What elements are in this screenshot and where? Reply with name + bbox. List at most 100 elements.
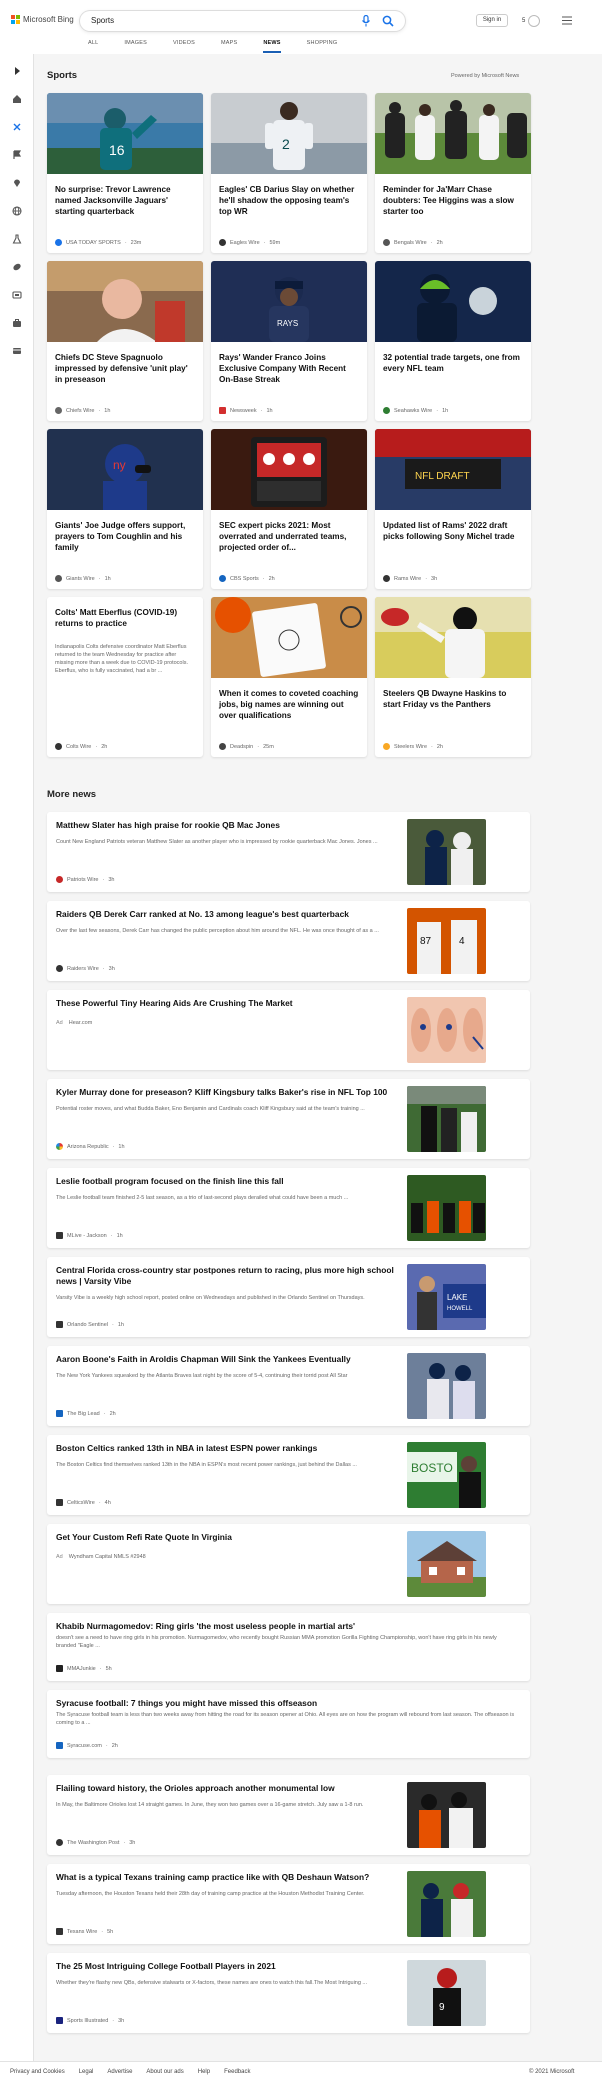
card-title[interactable]: Giants' Joe Judge offers support, prayer…	[55, 520, 195, 553]
brand-name: Microsoft Bing	[23, 15, 74, 24]
payment-icon[interactable]	[12, 346, 22, 356]
science-icon[interactable]	[12, 234, 22, 244]
card-title[interactable]: Chiefs DC Steve Spagnuolo impressed by d…	[55, 352, 195, 385]
card-title[interactable]: 32 potential trade targets, one from eve…	[383, 352, 523, 374]
news-title[interactable]: Aaron Boone's Faith in Aroldis Chapman W…	[56, 1354, 406, 1365]
footer-link-about-ads[interactable]: About our ads	[146, 2069, 183, 2075]
card-title[interactable]: Reminder for Ja'Marr Chase doubters: Tee…	[383, 184, 523, 217]
news-card[interactable]: Reminder for Ja'Marr Chase doubters: Tee…	[375, 93, 531, 253]
news-card[interactable]: 2 Eagles' CB Darius Slay on whether he'l…	[211, 93, 367, 253]
news-source: The Washington Post · 3h	[56, 1839, 135, 1846]
footer-link-privacy[interactable]: Privacy and Cookies	[10, 2069, 65, 2075]
news-title[interactable]: Syracuse football: 7 things you might ha…	[56, 1698, 406, 1709]
news-title[interactable]: Leslie football program focused on the f…	[56, 1176, 406, 1187]
sports-icon[interactable]	[12, 262, 22, 272]
microphone-icon[interactable]	[361, 15, 371, 27]
card-title[interactable]: Updated list of Rams' 2022 draft picks f…	[383, 520, 523, 542]
source-age: 1h	[104, 407, 111, 414]
news-list-item[interactable]: Central Florida cross-country star postp…	[47, 1257, 530, 1337]
tab-maps[interactable]: MAPS	[221, 40, 237, 54]
news-list-item[interactable]: Raiders QB Derek Carr ranked at No. 13 a…	[47, 901, 530, 981]
hamburger-menu-icon[interactable]	[562, 16, 572, 25]
tab-shopping[interactable]: SHOPPING	[307, 40, 338, 54]
home-icon[interactable]	[12, 94, 22, 104]
footer-link-help[interactable]: Help	[198, 2069, 210, 2075]
briefcase-icon[interactable]	[12, 318, 22, 328]
card-title[interactable]: Eagles' CB Darius Slay on whether he'll …	[219, 184, 359, 217]
news-card[interactable]: Steelers QB Dwayne Haskins to start Frid…	[375, 597, 531, 757]
card-source: Colts Wire · 2h	[55, 743, 107, 750]
card-source: Rams Wire · 3h	[383, 575, 437, 582]
news-list-item[interactable]: Matthew Slater has high praise for rooki…	[47, 812, 530, 892]
source-name: The Big Lead	[67, 1410, 100, 1417]
expand-icon[interactable]	[12, 66, 22, 76]
card-source: Steelers Wire · 2h	[383, 743, 443, 750]
source-age: 1h	[117, 1321, 124, 1328]
news-list-item[interactable]: The 25 Most Intriguing College Football …	[47, 1953, 530, 2033]
news-card[interactable]: 16 No surprise: Trevor Lawrence named Ja…	[47, 93, 203, 253]
news-title[interactable]: Flailing toward history, the Orioles app…	[56, 1783, 406, 1794]
location-icon[interactable]	[12, 178, 22, 188]
news-card[interactable]: Chiefs DC Steve Spagnuolo impressed by d…	[47, 261, 203, 421]
news-source: The Big Lead · 2h	[56, 1410, 116, 1417]
search-icon[interactable]	[382, 15, 394, 27]
news-card[interactable]: SEC expert picks 2021: Most overrated an…	[211, 429, 367, 589]
news-card[interactable]: When it comes to coveted coaching jobs, …	[211, 597, 367, 757]
news-title[interactable]: Matthew Slater has high praise for rooki…	[56, 820, 406, 831]
news-list-item[interactable]: Syracuse football: 7 things you might ha…	[47, 1690, 530, 1758]
discover-icon[interactable]	[12, 122, 22, 132]
rewards-button[interactable]: 5	[522, 15, 541, 27]
footer-link-feedback[interactable]: Feedback	[224, 2069, 250, 2075]
svg-text:ny: ny	[113, 458, 126, 472]
news-title[interactable]: The 25 Most Intriguing College Football …	[56, 1961, 406, 1972]
tab-all[interactable]: ALL	[88, 40, 98, 54]
news-title[interactable]: Get Your Custom Refi Rate Quote In Virgi…	[56, 1532, 406, 1543]
globe-icon[interactable]	[12, 206, 22, 216]
news-title[interactable]: Boston Celtics ranked 13th in NBA in lat…	[56, 1443, 406, 1454]
sign-in-button[interactable]: Sign in	[476, 14, 508, 27]
flag-icon[interactable]	[12, 150, 22, 160]
news-card[interactable]: ny Giants' Joe Judge offers support, pra…	[47, 429, 203, 589]
search-box[interactable]: Sports	[80, 11, 405, 31]
news-title[interactable]: Kyler Murray done for preseason? Kliff K…	[56, 1087, 406, 1098]
search-input[interactable]: Sports	[91, 16, 114, 25]
source-age: 1h	[118, 1143, 125, 1150]
tab-images[interactable]: IMAGES	[124, 40, 147, 54]
news-list-item[interactable]: What is a typical Texans training camp p…	[47, 1864, 530, 1944]
card-title[interactable]: SEC expert picks 2021: Most overrated an…	[219, 520, 359, 553]
news-list-item[interactable]: Khabib Nurmagomedov: Ring girls 'the mos…	[47, 1613, 530, 1681]
news-list-item-ad[interactable]: These Powerful Tiny Hearing Aids Are Cru…	[47, 990, 530, 1070]
news-summary: In May, the Baltimore Orioles lost 14 st…	[56, 1802, 364, 1808]
news-list-item[interactable]: Leslie football program focused on the f…	[47, 1168, 530, 1248]
news-card[interactable]: 32 potential trade targets, one from eve…	[375, 261, 531, 421]
card-title[interactable]: When it comes to coveted coaching jobs, …	[219, 688, 359, 721]
card-title[interactable]: Rays' Wander Franco Joins Exclusive Comp…	[219, 352, 359, 385]
source-logo-icon	[56, 876, 63, 883]
news-title[interactable]: Raiders QB Derek Carr ranked at No. 13 a…	[56, 909, 406, 920]
card-source: Chiefs Wire · 1h	[55, 407, 110, 414]
footer-link-legal[interactable]: Legal	[79, 2069, 94, 2075]
tab-news[interactable]: NEWS	[263, 40, 281, 54]
bing-logo[interactable]: Microsoft Bing	[11, 15, 74, 24]
news-list-item[interactable]: Aaron Boone's Faith in Aroldis Chapman W…	[47, 1346, 530, 1426]
card-image	[375, 261, 531, 342]
news-title[interactable]: Khabib Nurmagomedov: Ring girls 'the mos…	[56, 1621, 406, 1632]
news-list-item[interactable]: Boston Celtics ranked 13th in NBA in lat…	[47, 1435, 530, 1515]
news-card[interactable]: Colts' Matt Eberflus (COVID-19) returns …	[47, 597, 203, 757]
news-title[interactable]: Central Florida cross-country star postp…	[56, 1265, 406, 1287]
news-list-item[interactable]: Flailing toward history, the Orioles app…	[47, 1775, 530, 1855]
news-title[interactable]: What is a typical Texans training camp p…	[56, 1872, 406, 1883]
card-title[interactable]: Colts' Matt Eberflus (COVID-19) returns …	[55, 607, 195, 629]
tv-icon[interactable]	[12, 290, 22, 300]
svg-text:87: 87	[420, 936, 432, 947]
news-card[interactable]: RAYS Rays' Wander Franco Joins Exclusive…	[211, 261, 367, 421]
tab-videos[interactable]: VIDEOS	[173, 40, 195, 54]
news-list-item[interactable]: Kyler Murray done for preseason? Kliff K…	[47, 1079, 530, 1159]
card-title[interactable]: No surprise: Trevor Lawrence named Jacks…	[55, 184, 195, 217]
svg-text:4: 4	[459, 936, 465, 947]
news-title[interactable]: These Powerful Tiny Hearing Aids Are Cru…	[56, 998, 406, 1009]
footer-link-advertise[interactable]: Advertise	[107, 2069, 132, 2075]
news-card[interactable]: NFL DRAFT Updated list of Rams' 2022 dra…	[375, 429, 531, 589]
news-list-item-ad[interactable]: Get Your Custom Refi Rate Quote In Virgi…	[47, 1524, 530, 1604]
card-title[interactable]: Steelers QB Dwayne Haskins to start Frid…	[383, 688, 523, 710]
